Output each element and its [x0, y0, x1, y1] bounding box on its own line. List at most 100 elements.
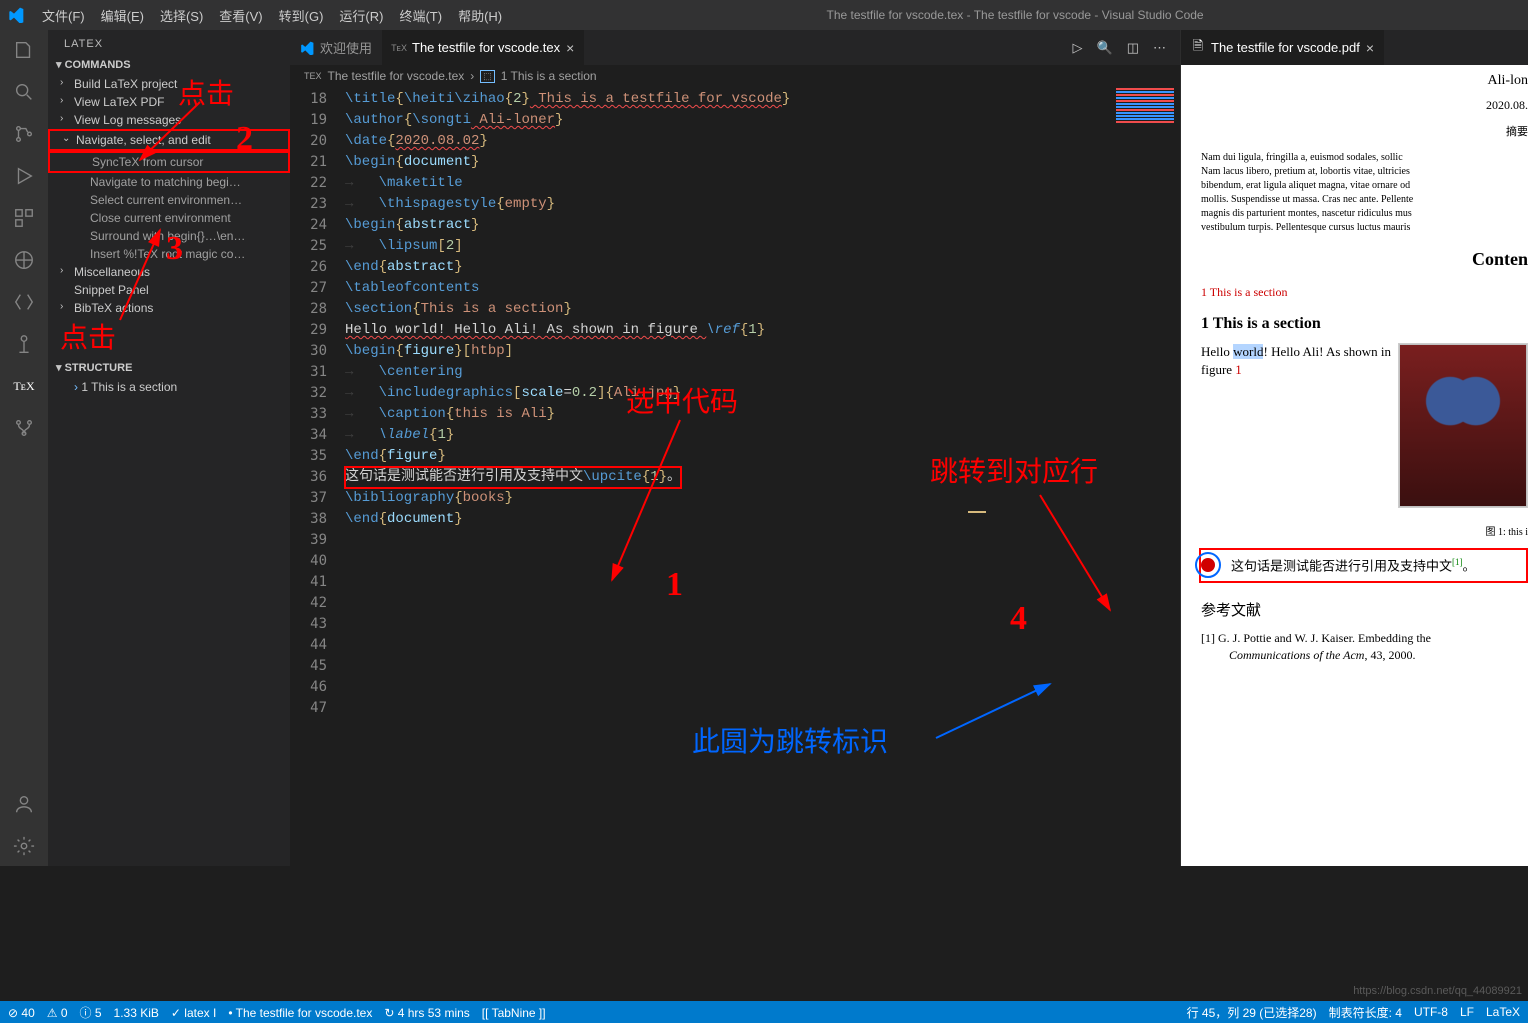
tree-icon[interactable]: [12, 332, 36, 356]
line-gutter: 1819202122232425262728293031323334353637…: [290, 87, 345, 866]
pdf-file-icon: 🗎: [1191, 41, 1205, 55]
status-item[interactable]: • The testfile for vscode.tex: [228, 1006, 372, 1020]
close-icon[interactable]: ×: [566, 40, 574, 56]
editor-actions: ▷ 🔍 ◫ ⋯: [1073, 40, 1180, 56]
debug-icon[interactable]: [12, 164, 36, 188]
code-editor[interactable]: \title{\heiti\zihao{2} This is a testfil…: [345, 87, 1180, 866]
tex-file-icon: TᴇX: [392, 41, 406, 55]
sidebar-item[interactable]: ›Build LaTeX project: [48, 75, 290, 93]
sidebar-item-label: Snippet Panel: [74, 283, 149, 297]
menu-item[interactable]: 选择(S): [152, 9, 211, 24]
status-item[interactable]: ⊘ 40: [8, 1006, 35, 1020]
status-item[interactable]: ↻ 4 hrs 53 mins: [384, 1006, 469, 1020]
more-icon[interactable]: ⋯: [1153, 40, 1166, 56]
sidebar-title: LATEX: [48, 30, 290, 54]
account-icon[interactable]: [12, 792, 36, 816]
pdf-caption: 图 1: this i: [1201, 526, 1528, 540]
pdf-contents-title: Conten: [1201, 247, 1528, 272]
status-item[interactable]: ⚠ 0: [47, 1006, 68, 1020]
vscode-icon: [300, 41, 314, 55]
commands-section[interactable]: COMMANDS: [48, 54, 290, 75]
status-item[interactable]: ✓ latex I: [171, 1006, 216, 1020]
sidebar-item-label: Surround with begin{}…\en…: [90, 229, 245, 243]
structure-number: 1: [81, 380, 88, 394]
sidebar-item[interactable]: ›View Log messages: [48, 111, 290, 129]
sidebar-item[interactable]: Navigate to matching begi…: [48, 173, 290, 191]
sidebar-item[interactable]: SyncTeX from cursor: [48, 151, 290, 173]
pdf-date: 2020.08.: [1201, 97, 1528, 114]
pdf-citation: [1]: [1452, 557, 1463, 567]
preview-tabs: 🗎 The testfile for vscode.pdf ×: [1181, 30, 1528, 65]
search-icon[interactable]: 🔍: [1097, 40, 1113, 56]
git-graph-icon[interactable]: [12, 416, 36, 440]
title-bar: 文件(F)编辑(E)选择(S)查看(V)转到(G)运行(R)终端(T)帮助(H)…: [0, 0, 1528, 30]
chevron-icon: ›: [470, 69, 474, 83]
sidebar-item[interactable]: Insert %!TeX root magic co…: [48, 245, 290, 263]
sidebar-item[interactable]: Close current environment: [48, 209, 290, 227]
search-icon[interactable]: [12, 80, 36, 104]
status-item[interactable]: [[ TabNine ]]: [482, 1006, 546, 1020]
remote-icon[interactable]: [12, 290, 36, 314]
menu-item[interactable]: 运行(R): [331, 9, 391, 24]
sidebar-item-label: Navigate to matching begi…: [90, 175, 241, 189]
sidebar-item-label: Navigate, select, and edit: [76, 133, 211, 147]
liveshare-icon[interactable]: [12, 248, 36, 272]
chevron-icon: ⌄: [62, 133, 70, 144]
sidebar: LATEX COMMANDS ›Build LaTeX project›View…: [48, 30, 290, 866]
gear-icon[interactable]: [12, 834, 36, 858]
breadcrumb[interactable]: TEX The testfile for vscode.tex › ⬚ 1 Th…: [290, 65, 1180, 87]
pdf-section-header: 1 This is a section: [1201, 313, 1528, 335]
sidebar-item-label: SyncTeX from cursor: [92, 155, 203, 169]
pdf-chinese-line: 这句话是测试能否进行引用及支持中文[1]。: [1231, 556, 1522, 576]
menu-item[interactable]: 终端(T): [391, 9, 450, 24]
latex-icon[interactable]: TᴇX: [12, 374, 36, 398]
sidebar-item-label: Select current environmen…: [90, 193, 242, 207]
sidebar-item[interactable]: ⌄ Navigate, select, and edit: [48, 129, 290, 151]
status-item[interactable]: LaTeX: [1486, 1005, 1520, 1019]
structure-section[interactable]: STRUCTURE: [48, 357, 290, 378]
menu-item[interactable]: 帮助(H): [450, 9, 510, 24]
chevron-icon: ›: [60, 301, 63, 312]
pdf-author: Ali-lon: [1201, 71, 1528, 91]
status-item[interactable]: ⓘ 5: [80, 1006, 102, 1020]
menu-item[interactable]: 文件(F): [34, 9, 93, 24]
source-control-icon[interactable]: [12, 122, 36, 146]
status-item[interactable]: UTF-8: [1414, 1005, 1448, 1019]
sidebar-item[interactable]: › View LaTeX PDF: [48, 93, 290, 111]
extensions-icon[interactable]: [12, 206, 36, 230]
run-icon[interactable]: ▷: [1073, 40, 1083, 56]
status-item[interactable]: 1.33 KiB: [114, 1006, 159, 1020]
structure-item[interactable]: › 1 This is a section: [48, 378, 290, 396]
sidebar-item[interactable]: Surround with begin{}…\en…: [48, 227, 290, 245]
pdf-abstract-label: 摘要: [1201, 125, 1528, 140]
tab-texfile[interactable]: TᴇX The testfile for vscode.tex ×: [382, 30, 584, 65]
split-icon[interactable]: ◫: [1127, 40, 1139, 56]
status-item[interactable]: LF: [1460, 1005, 1474, 1019]
status-item[interactable]: 制表符长度: 4: [1329, 1004, 1402, 1021]
sidebar-item[interactable]: Select current environmen…: [48, 191, 290, 209]
close-icon[interactable]: ×: [1366, 40, 1374, 56]
minimap[interactable]: [1110, 87, 1180, 267]
files-icon[interactable]: [12, 38, 36, 62]
pdf-highlight: world: [1233, 344, 1263, 359]
pdf-bib-entry: [1] G. J. Pottie and W. J. Kaiser. Embed…: [1201, 630, 1528, 664]
sidebar-item[interactable]: ›Miscellaneous: [48, 263, 290, 281]
activity-bar: TᴇX: [0, 30, 48, 866]
tab-welcome[interactable]: 欢迎使用: [290, 30, 382, 65]
chevron-icon: ›: [60, 95, 63, 106]
sidebar-item-label: View LaTeX PDF: [74, 95, 165, 109]
tab-pdf[interactable]: 🗎 The testfile for vscode.pdf ×: [1181, 30, 1384, 65]
sidebar-item[interactable]: ›BibTeX actions: [48, 299, 290, 317]
pdf-page[interactable]: Ali-lon 2020.08. 摘要 Nam dui ligula, frin…: [1181, 65, 1528, 866]
menu-item[interactable]: 查看(V): [211, 9, 270, 24]
menu-bar: 文件(F)编辑(E)选择(S)查看(V)转到(G)运行(R)终端(T)帮助(H): [34, 6, 510, 25]
breadcrumb-symbol: 1 This is a section: [501, 69, 597, 83]
editor-area: 欢迎使用 TᴇX The testfile for vscode.tex × ▷…: [290, 30, 1180, 866]
menu-item[interactable]: 编辑(E): [93, 9, 152, 24]
status-item[interactable]: 行 45，列 29 (已选择28): [1187, 1004, 1317, 1021]
menu-item[interactable]: 转到(G): [271, 9, 332, 24]
vscode-logo: [8, 7, 24, 23]
pdf-ref: 1: [1235, 362, 1242, 377]
sidebar-item[interactable]: Snippet Panel: [48, 281, 290, 299]
chevron-icon: ›: [60, 113, 63, 124]
